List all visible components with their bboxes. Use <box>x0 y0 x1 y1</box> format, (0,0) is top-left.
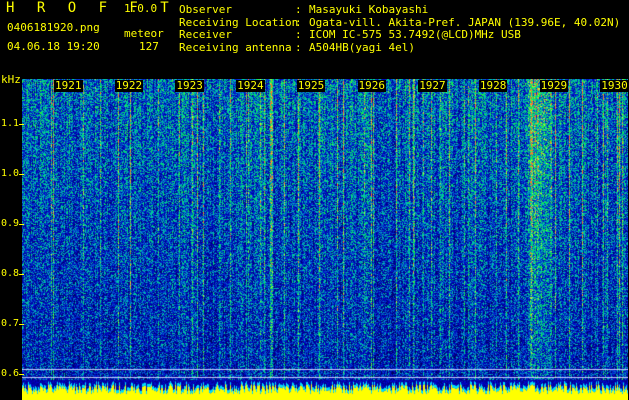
info-key: Receiver <box>179 28 232 42</box>
x-tick-label: 1923 <box>175 79 204 92</box>
x-tick-label: 1929 <box>539 79 569 92</box>
x-tick-label: 1927 <box>418 79 447 92</box>
x-tick-label: 1928 <box>478 79 508 92</box>
y-tick-label: 0.8 <box>1 268 20 279</box>
y-axis-unit: kHz <box>1 73 21 86</box>
mode-label: meteor <box>124 27 164 40</box>
info-row-antenna: Receiving antenna: A504HB(yagi 4el) <box>179 40 415 54</box>
app-version: 1.0.0 <box>124 2 158 15</box>
x-tick-label: 1930 <box>600 79 629 92</box>
y-tick-label: 1.1 <box>1 118 20 129</box>
station-info: Observer: Masayuki Kobayashi Receiving Lo… <box>179 3 621 54</box>
y-tick-mark <box>19 124 24 125</box>
x-tick-label: 1925 <box>296 79 326 92</box>
y-tick-mark <box>19 324 24 325</box>
y-tick-mark <box>19 374 24 375</box>
y-tick-label: 0.6 <box>1 368 20 379</box>
y-tick-label: 0.9 <box>1 218 20 229</box>
info-key: Observer <box>179 3 232 16</box>
info-value: ICOM IC-575 53.7492(@LCD)MHz USB <box>309 28 521 42</box>
spectrogram <box>22 79 628 400</box>
info-key: Receiving antenna <box>179 40 292 54</box>
y-tick-label: 0.7 <box>1 318 20 329</box>
info-value: A504HB(yagi 4el) <box>309 40 415 54</box>
info-value: Masayuki Kobayashi <box>309 3 429 16</box>
y-tick-mark <box>19 224 24 225</box>
y-tick-mark <box>19 174 24 175</box>
meteor-count: 127 <box>139 40 159 53</box>
file-name: 0406181920.png <box>7 21 100 34</box>
header-panel: H R O F F T 1.0.0 0406181920.png 04.06.1… <box>0 0 629 78</box>
y-tick-label: 1.0 <box>1 168 20 179</box>
file-datetime: 04.06.18 19:20 <box>7 40 100 53</box>
x-tick-label: 1924 <box>236 79 265 92</box>
x-tick-label: 1922 <box>114 79 144 92</box>
info-value: Ogata-vill. Akita-Pref. JAPAN (139.96E, … <box>309 15 621 29</box>
x-tick-label: 1921 <box>54 79 83 92</box>
x-tick-label: 1926 <box>357 79 386 92</box>
y-tick-mark <box>19 274 24 275</box>
